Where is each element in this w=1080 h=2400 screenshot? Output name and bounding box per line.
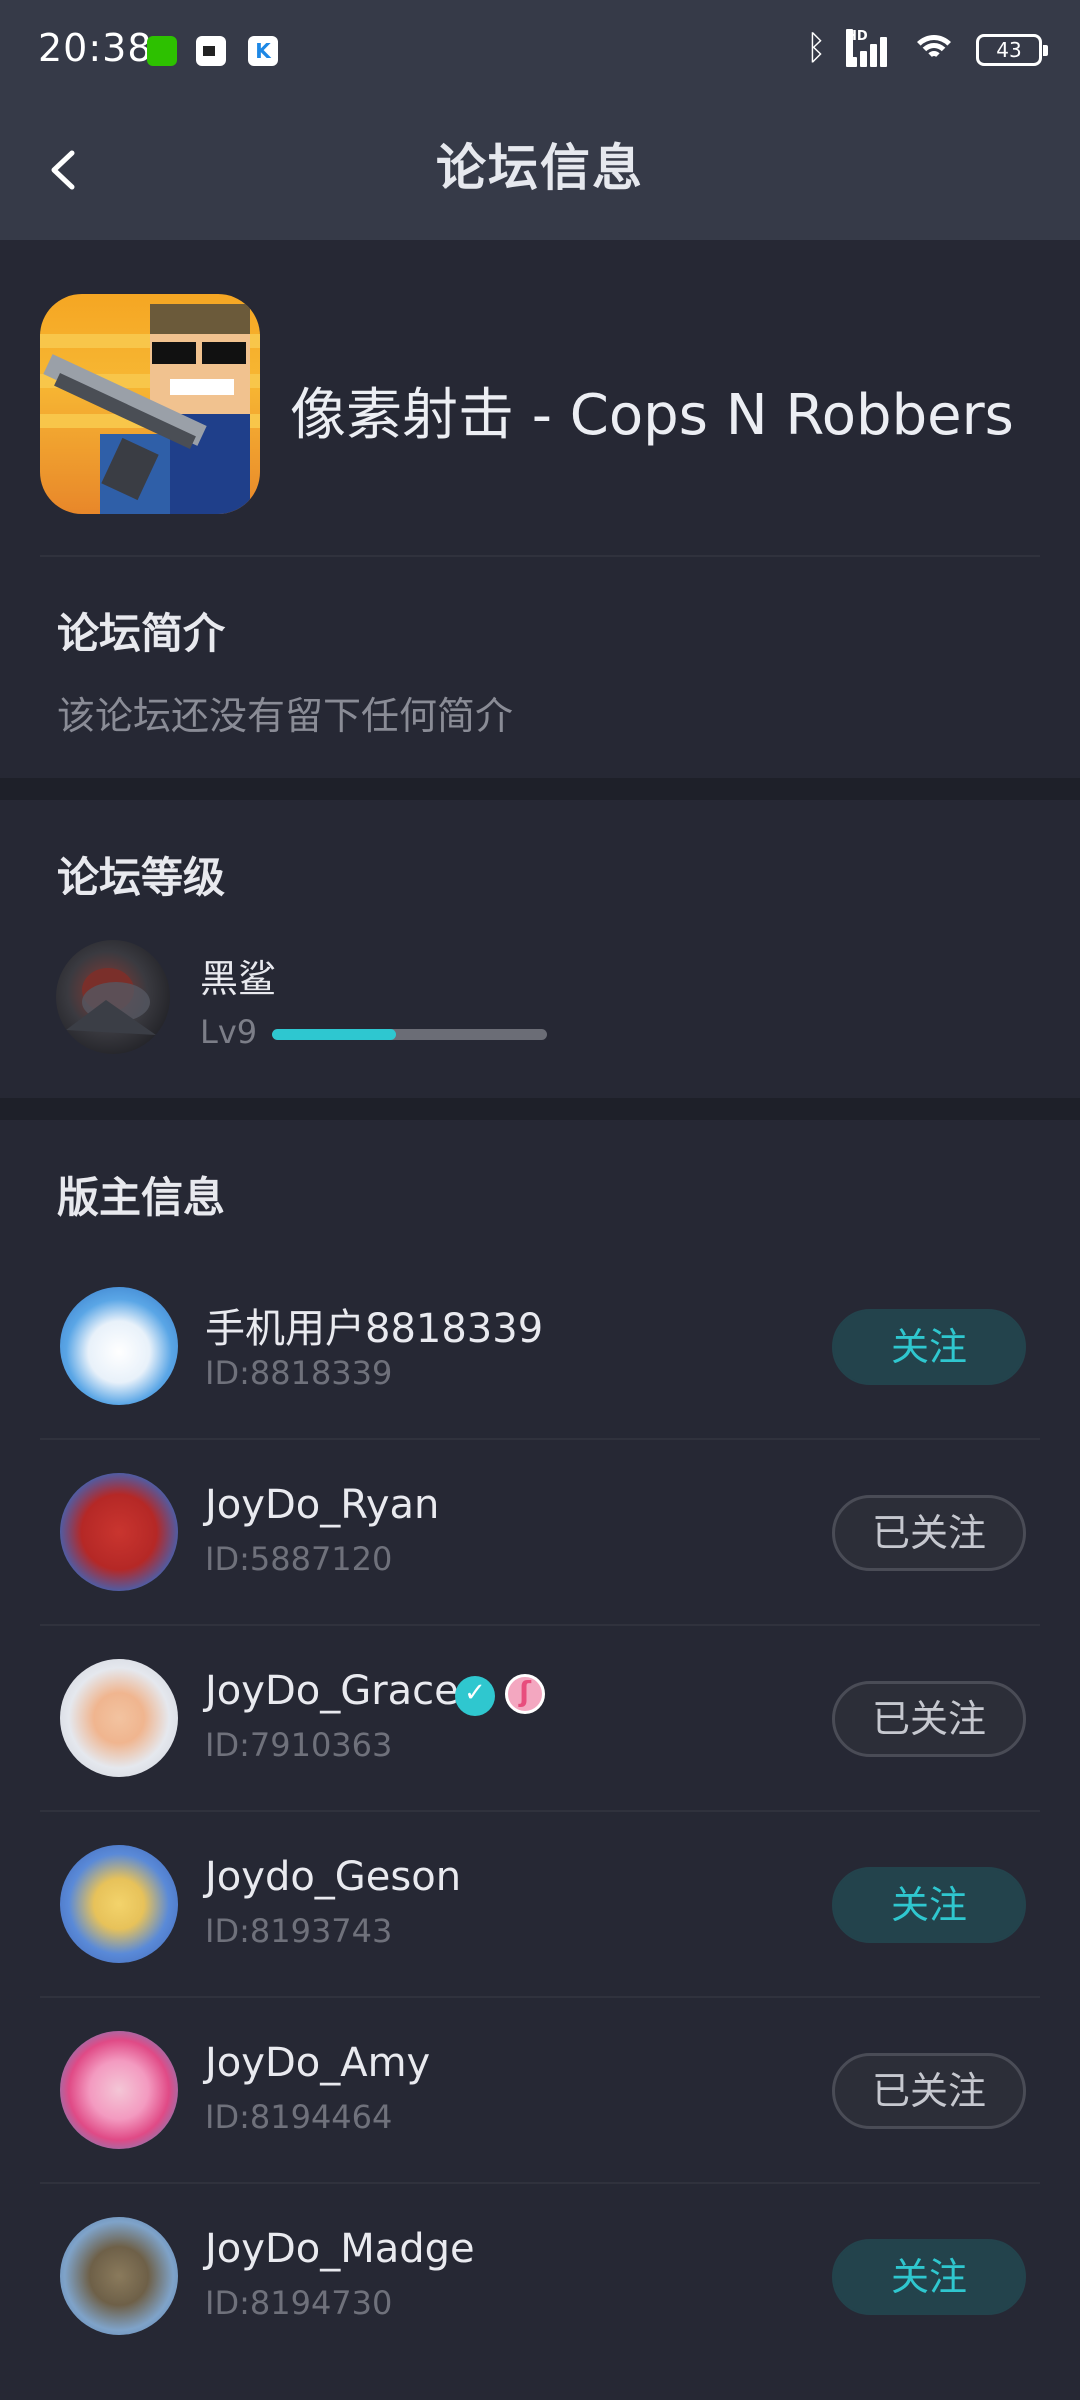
moderator-row[interactable]: Joydo_Geson ID:8193743 关注 bbox=[0, 1812, 1080, 1998]
verified-badge-icon bbox=[455, 1676, 495, 1716]
level-avatar bbox=[56, 940, 170, 1054]
level-name: 黑鲨 bbox=[200, 957, 277, 1001]
moderator-id: ID:8193743 bbox=[205, 1912, 393, 1950]
following-button[interactable]: 已关注 bbox=[832, 2053, 1026, 2129]
moderator-id: ID:8818339 bbox=[205, 1354, 393, 1392]
moderator-name: JoyDo_Grace bbox=[205, 1668, 459, 1714]
avatar[interactable] bbox=[60, 2031, 178, 2149]
avatar[interactable] bbox=[60, 2217, 178, 2335]
bluetooth-icon bbox=[806, 28, 828, 68]
wechat-icon bbox=[147, 36, 177, 66]
moderator-name: 手机用户8818339 bbox=[205, 1306, 544, 1352]
avatar[interactable] bbox=[60, 1473, 178, 1591]
moderator-name: JoyDo_Madge bbox=[205, 2226, 475, 2272]
level-progress-fill bbox=[272, 1029, 396, 1040]
follow-button[interactable]: 关注 bbox=[832, 2239, 1026, 2315]
game-icon bbox=[40, 294, 260, 514]
moderator-row[interactable]: JoyDo_Grace ID:7910363 已关注 bbox=[0, 1626, 1080, 1812]
avatar[interactable] bbox=[60, 1845, 178, 1963]
moderator-row[interactable]: JoyDo_Madge ID:8194730 关注 bbox=[0, 2184, 1080, 2370]
moderator-row[interactable]: 手机用户8818339 ID:8818339 关注 bbox=[0, 1254, 1080, 1440]
moderator-id: ID:7910363 bbox=[205, 1726, 393, 1764]
moderator-row[interactable]: JoyDo_Amy ID:8194464 已关注 bbox=[0, 1998, 1080, 2184]
status-icons: HD 43 bbox=[806, 28, 1048, 70]
avatar[interactable] bbox=[60, 1659, 178, 1777]
moderator-name: Joydo_Geson bbox=[205, 1854, 462, 1900]
moderator-name: JoyDo_Ryan bbox=[205, 1482, 440, 1528]
follow-button[interactable]: 关注 bbox=[832, 1867, 1026, 1943]
status-bar: 20:38 HD 43 bbox=[0, 0, 1080, 100]
section-gap bbox=[0, 1098, 1080, 1120]
moderator-id: ID:8194730 bbox=[205, 2284, 393, 2322]
section-gap bbox=[0, 778, 1080, 800]
moderator-name: JoyDo_Amy bbox=[205, 2040, 431, 2086]
app-header: 论坛信息 bbox=[0, 100, 1080, 240]
divider bbox=[40, 555, 1040, 557]
status-time: 20:38 bbox=[38, 26, 153, 70]
forum-intro-heading: 论坛简介 bbox=[57, 609, 226, 658]
following-button[interactable]: 已关注 bbox=[832, 1681, 1026, 1757]
game-title: 像素射击 - Cops N Robbers bbox=[290, 383, 1014, 448]
moderator-id: ID:8194464 bbox=[205, 2098, 393, 2136]
wifi-icon bbox=[910, 33, 958, 67]
moderator-row[interactable]: JoyDo_Ryan ID:5887120 已关注 bbox=[0, 1440, 1080, 1626]
moderator-id: ID:5887120 bbox=[205, 1540, 393, 1578]
forum-intro-text: 该论坛还没有留下任何简介 bbox=[57, 694, 514, 738]
follow-button[interactable]: 关注 bbox=[832, 1309, 1026, 1385]
page-title: 论坛信息 bbox=[436, 139, 644, 197]
video-icon bbox=[196, 36, 226, 66]
pink-badge-icon bbox=[505, 1674, 545, 1714]
battery-icon: 43 bbox=[976, 34, 1048, 66]
k-app-icon bbox=[248, 36, 278, 66]
level-tag: Lv9 bbox=[200, 1013, 258, 1051]
forum-level-heading: 论坛等级 bbox=[57, 853, 226, 902]
following-button[interactable]: 已关注 bbox=[832, 1495, 1026, 1571]
signal-icon: HD bbox=[846, 29, 892, 67]
moderators-heading: 版主信息 bbox=[57, 1173, 226, 1222]
avatar[interactable] bbox=[60, 1287, 178, 1405]
level-progress-bar bbox=[272, 1029, 547, 1040]
